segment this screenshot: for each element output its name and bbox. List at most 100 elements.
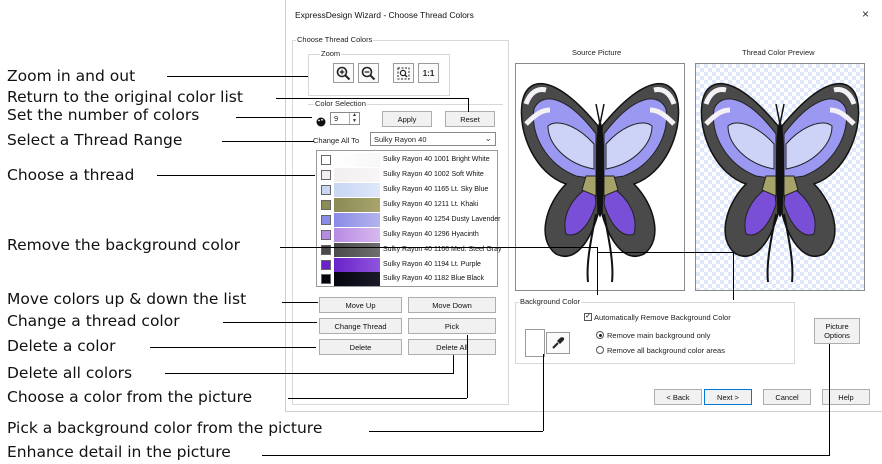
auto-remove-checkbox[interactable]: ✓ [584,313,592,321]
row-checkbox[interactable] [321,274,331,284]
callout-zoom: Zoom in and out [7,67,136,85]
source-picture-label: Source Picture [572,48,622,57]
row-checkbox[interactable] [321,260,331,270]
radio-all-areas[interactable] [596,346,604,354]
color-swatch [334,183,380,197]
callout-pick: Choose a color from the picture [7,388,253,406]
callout-move: Move colors up & down the list [7,290,247,308]
row-checkbox[interactable] [321,170,331,180]
callout-choose-thread: Choose a thread [7,166,135,184]
thread-range-value: Sulky Rayon 40 [374,135,427,144]
leader-line [543,354,544,431]
row-checkbox[interactable] [321,200,331,210]
radio-main-only[interactable] [596,331,604,339]
list-item[interactable]: Sulky Rayon 40 1211 Lt. Khaki [319,198,495,212]
leader-line [282,302,318,303]
leader-line [157,175,315,176]
wizard-dialog: ExpressDesign Wizard - Choose Thread Col… [285,0,882,412]
color-swatch [334,168,380,182]
thread-name: Sulky Rayon 40 1254 Dusty Lavender [383,216,501,223]
option-main-label: Remove main background only [607,331,711,340]
change-thread-button[interactable]: Change Thread [319,318,402,334]
stepper-arrows-icon[interactable]: ▲ ▼ [349,112,359,124]
leader-line [597,247,598,295]
delete-button[interactable]: Delete [319,339,402,355]
thread-range-select[interactable]: Sulky Rayon 40 ⌄ [370,132,496,146]
thread-preview-picture [695,63,865,291]
preview-butterfly-image [696,64,864,290]
leader-line [236,117,312,118]
thread-name: Sulky Rayon 40 1002 Soft White [383,171,484,178]
leader-line [150,347,316,348]
cancel-button[interactable]: Cancel [763,389,811,405]
move-down-button[interactable]: Move Down [408,297,496,313]
zoom-out-icon[interactable] [358,63,379,83]
row-checkbox[interactable] [321,230,331,240]
source-picture [515,63,685,291]
callout-reset: Return to the original color list [7,88,243,106]
callout-remove-bg: Remove the background color [7,236,240,254]
color-swatch [334,213,380,227]
row-checkbox[interactable] [321,215,331,225]
move-up-button[interactable]: Move Up [319,297,402,313]
row-checkbox[interactable] [321,155,331,165]
color-swatch [334,272,380,286]
butterfly-image [520,82,680,283]
auto-remove-label: Automatically Remove Background Color [594,313,731,322]
list-item[interactable]: Sulky Rayon 40 1165 Lt. Sky Blue [319,183,495,197]
leader-line [280,247,598,248]
list-item[interactable]: Sulky Rayon 40 1254 Dusty Lavender [319,213,501,227]
callout-thread-range: Select a Thread Range [7,131,183,149]
leader-line [165,373,454,374]
leader-line [369,431,543,432]
eyedropper-icon[interactable] [546,332,570,354]
thread-name: Sulky Rayon 40 1194 Lt. Purple [383,261,481,268]
list-item[interactable]: Sulky Rayon 40 1166 Med. Steel Gray [319,243,502,257]
zoom-in-icon[interactable] [333,63,354,83]
row-checkbox[interactable] [321,185,331,195]
color-swatch [334,243,380,257]
change-all-label: Change All To [313,136,360,145]
callout-count: Set the number of colors [7,106,200,124]
reset-button[interactable]: Reset [445,111,495,127]
leader-line [597,252,734,253]
leader-line [467,335,468,398]
leader-line [262,455,830,456]
chevron-down-icon: ⌄ [484,133,492,143]
list-item[interactable]: Sulky Rayon 40 1002 Soft White [319,168,495,182]
one-to-one-button[interactable]: 1:1 [418,63,439,83]
list-item[interactable]: Sulky Rayon 40 1296 Hyacinth [319,228,495,242]
callout-delete-all: Delete all colors [7,364,133,382]
zoom-label: Zoom [320,49,342,58]
leader-line [468,98,469,112]
color-swatch [334,198,380,212]
leader-line [276,98,468,99]
apply-button[interactable]: Apply [382,111,432,127]
zoom-fit-icon[interactable] [393,63,414,83]
background-color-swatch [525,329,545,357]
picture-options-button[interactable]: Picture Options [814,318,860,344]
background-color-label: Background Color [519,297,582,306]
pick-button[interactable]: Pick [408,318,496,334]
thread-name: Sulky Rayon 40 1182 Blue Black [383,275,485,282]
callout-picture-options: Enhance detail in the picture [7,443,231,461]
close-icon[interactable]: × [862,7,869,21]
list-item[interactable]: Sulky Rayon 40 1001 Bright White [319,153,495,167]
color-count-stepper[interactable]: 9 ▲ ▼ [330,112,360,125]
list-item[interactable]: Sulky Rayon 40 1182 Blue Black [319,272,495,286]
delete-all-button[interactable]: Delete All [408,339,496,355]
back-button[interactable]: < Back [654,389,702,405]
leader-line [453,355,454,373]
dialog-title: ExpressDesign Wizard - Choose Thread Col… [295,10,474,20]
next-button[interactable]: Next > [704,389,752,405]
color-swatch [334,258,380,272]
callout-change-thread: Change a thread color [7,312,180,330]
leader-line [733,252,734,300]
thread-list[interactable]: Sulky Rayon 40 1001 Bright White Sulky R… [316,150,502,287]
leader-line [288,398,467,399]
leader-line [829,344,830,455]
color-swatch [334,228,380,242]
color-swatch [334,153,380,167]
preview-label: Thread Color Preview [742,48,815,57]
list-item[interactable]: Sulky Rayon 40 1194 Lt. Purple [319,258,495,272]
